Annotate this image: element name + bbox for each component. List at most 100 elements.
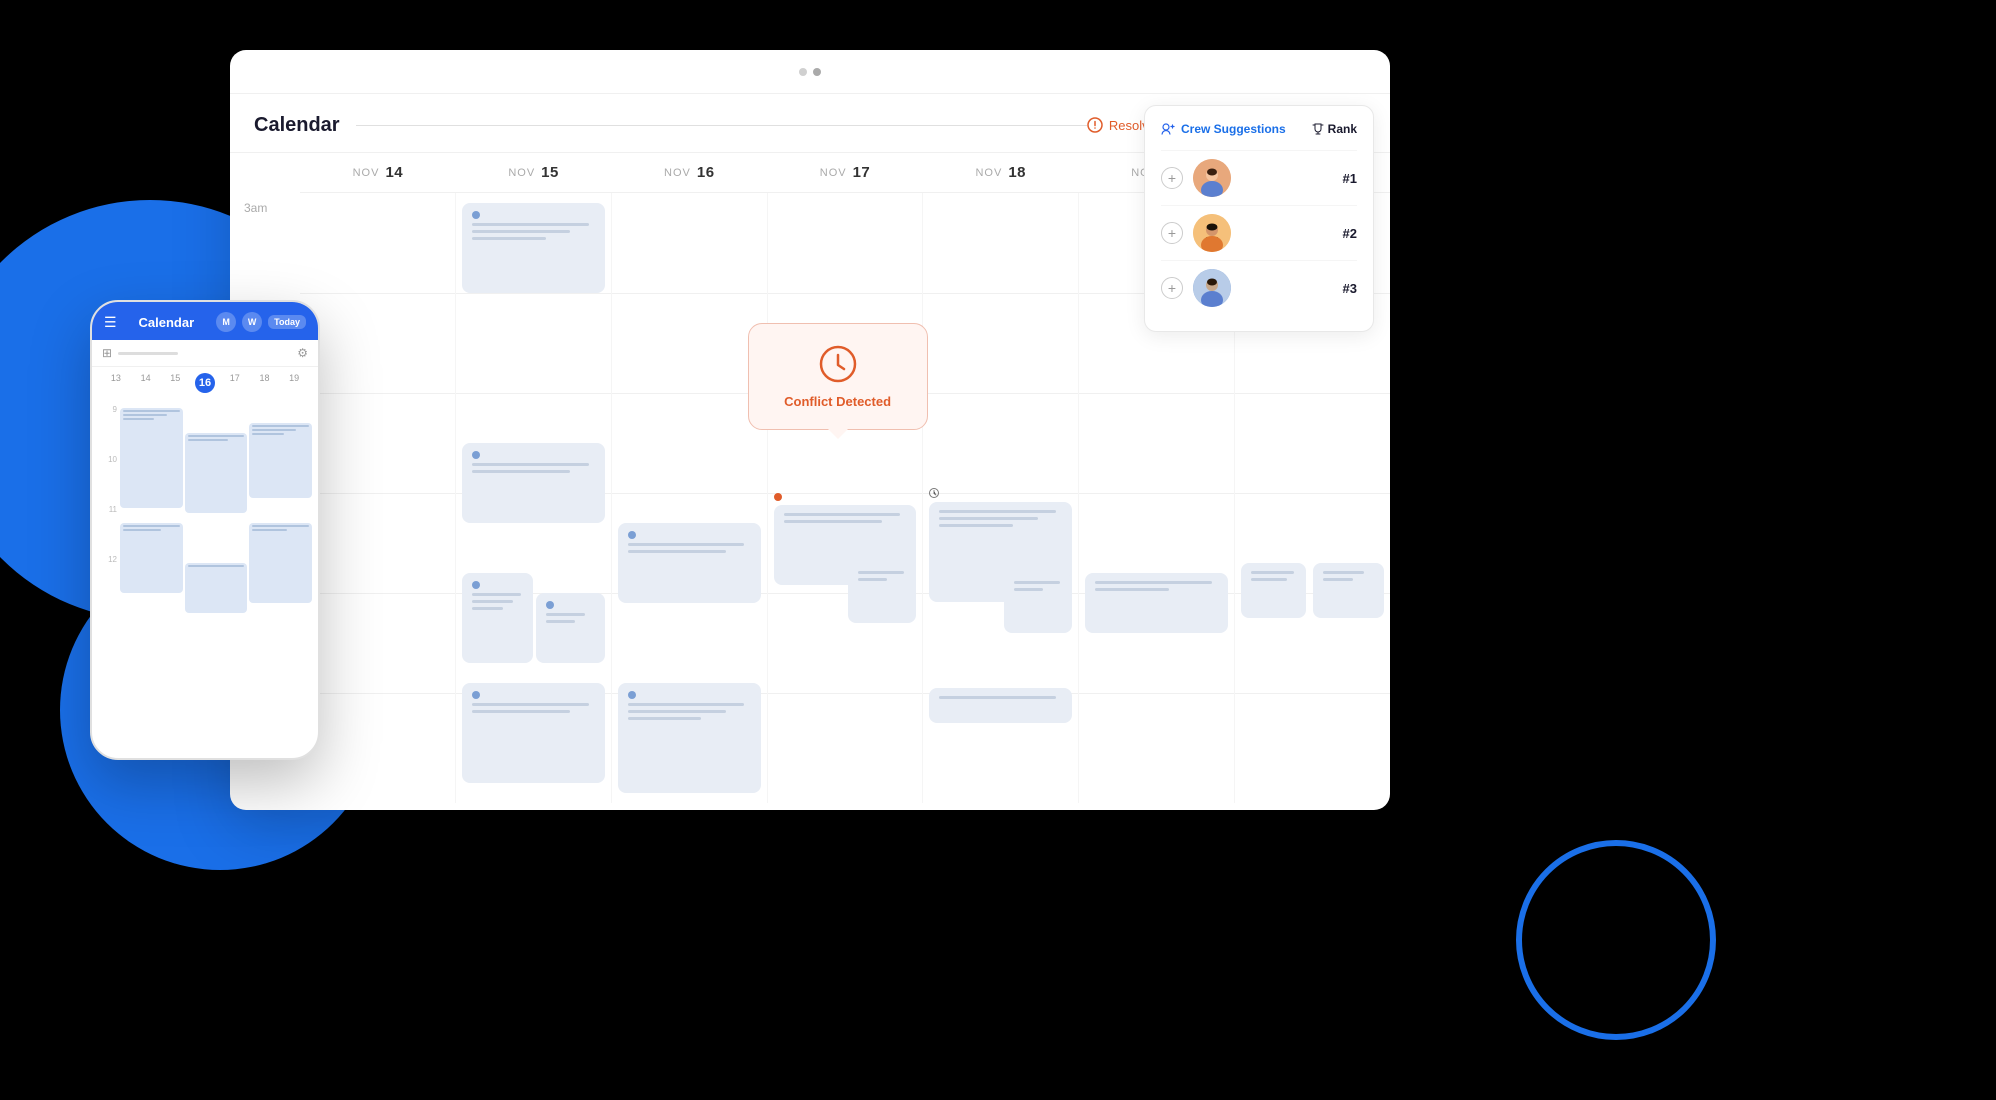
crew-row-2: + #2 (1161, 205, 1357, 260)
event-line (939, 510, 1056, 513)
phone-day-18[interactable]: 18 (251, 373, 279, 393)
phone-day-num-13: 13 (111, 373, 121, 383)
event-dot (472, 691, 480, 699)
crew-add-btn-1[interactable]: + (1161, 167, 1183, 189)
p-e-line (252, 425, 309, 427)
day-header-num-15: 15 (541, 164, 559, 181)
event-line (1323, 571, 1364, 574)
event-line (628, 550, 726, 553)
event-dot (472, 581, 480, 589)
event-card-16-1[interactable] (618, 523, 761, 603)
phone-event-5[interactable] (249, 423, 312, 498)
event-line (472, 237, 546, 240)
phone-event-4[interactable] (185, 563, 248, 613)
event-line (939, 517, 1037, 520)
crew-suggestions-panel: Crew Suggestions Rank + (1144, 105, 1374, 332)
event-dot (628, 531, 636, 539)
event-line (472, 223, 589, 226)
event-dot (546, 601, 554, 609)
rank-label-text: Rank (1328, 122, 1357, 136)
event-card-18-3[interactable] (929, 688, 1072, 723)
day-header-nov18: NOV 18 (923, 153, 1079, 192)
phone-today-badge[interactable]: Today (268, 315, 306, 329)
event-line (784, 520, 882, 523)
phone-event-6[interactable] (249, 523, 312, 603)
phone-day-14[interactable]: 14 (132, 373, 160, 393)
event-line (939, 524, 1013, 527)
phone-time-col: 9 10 11 12 (98, 403, 120, 741)
event-line (472, 607, 503, 610)
p-e-line (252, 433, 283, 435)
conflict-clock-icon (818, 344, 858, 384)
crew-rank-1: #1 (1343, 171, 1357, 186)
phone-day-col-3 (249, 403, 312, 741)
phone-day-num-14: 14 (141, 373, 151, 383)
phone-menu-icon[interactable]: ☰ (104, 314, 117, 331)
phone-day-15[interactable]: 15 (161, 373, 189, 393)
clock-small-icon (929, 488, 939, 498)
time-label-3am: 3am (230, 193, 300, 293)
phone-day-16-active[interactable]: 16 (191, 373, 219, 393)
event-card-16-2[interactable] (618, 683, 761, 793)
event-line (546, 620, 575, 623)
day-column-14 (300, 193, 456, 803)
event-dot (472, 451, 480, 459)
phone-badge-w[interactable]: W (242, 312, 262, 332)
phone-day-13[interactable]: 13 (102, 373, 130, 393)
crew-panel-title-text: Crew Suggestions (1181, 122, 1286, 136)
phone-time-12: 12 (98, 553, 120, 603)
event-card-20-2[interactable] (1313, 563, 1384, 618)
event-card-19-1[interactable] (1085, 573, 1228, 633)
event-card-15-1[interactable] (462, 203, 605, 293)
event-line (1323, 578, 1354, 581)
window-dots (799, 68, 821, 76)
phone-day-19[interactable]: 19 (280, 373, 308, 393)
event-line (858, 578, 887, 581)
phone-filter-bar: ⊞ ⚙ (92, 340, 318, 367)
phone-event-1[interactable] (120, 408, 183, 508)
crew-add-btn-3[interactable]: + (1161, 277, 1183, 299)
crew-rank-2: #2 (1343, 226, 1357, 241)
phone-settings-icon[interactable]: ⚙ (297, 346, 308, 360)
day-header-num-18: 18 (1008, 164, 1026, 181)
phone-day-col-2 (185, 403, 248, 741)
event-card-15-2[interactable] (462, 443, 605, 523)
window-dot-2 (813, 68, 821, 76)
event-line (1251, 571, 1294, 574)
event-card-17-2[interactable] (848, 563, 916, 623)
phone-day-17[interactable]: 17 (221, 373, 249, 393)
day-header-nov16: NOV 16 (611, 153, 767, 192)
window-title-bar (230, 50, 1390, 94)
phone-filter-icon[interactable]: ⊞ (102, 346, 112, 360)
calendar-title: Calendar (254, 114, 340, 137)
event-card-18-2[interactable] (1004, 573, 1072, 633)
event-line (628, 710, 726, 713)
event-line (939, 696, 1056, 699)
phone-event-3[interactable] (185, 433, 248, 513)
event-card-20-1[interactable] (1241, 563, 1306, 618)
event-card-15-5[interactable] (462, 683, 605, 783)
event-line (472, 710, 570, 713)
event-line (472, 593, 521, 596)
desktop-window: Calendar Resolve 3 scheduling conflicts (230, 50, 1390, 810)
phone-day-num-15: 15 (170, 373, 180, 383)
conflict-indicator-dot (774, 493, 782, 501)
day-header-month-18: NOV (975, 167, 1002, 179)
phone-header-right: M W Today (216, 312, 306, 332)
crew-add-btn-2[interactable]: + (1161, 222, 1183, 244)
phone-day-num-16: 16 (195, 373, 215, 393)
p-e-line (123, 529, 161, 531)
event-card-15-3[interactable] (462, 573, 533, 663)
day-header-num-17: 17 (853, 164, 871, 181)
crew-panel-header: Crew Suggestions Rank (1161, 122, 1357, 136)
phone-filter-left: ⊞ (102, 346, 178, 360)
conflict-popup[interactable]: Conflict Detected (748, 323, 928, 430)
event-dot (472, 211, 480, 219)
phone-event-2[interactable] (120, 523, 183, 593)
event-line (784, 513, 901, 516)
event-card-15-4[interactable] (536, 593, 604, 663)
day-header-month-17: NOV (820, 167, 847, 179)
day-header-nov17: NOV 17 (767, 153, 923, 192)
clock-warning-icon (1087, 117, 1103, 133)
phone-badge-m[interactable]: M (216, 312, 236, 332)
